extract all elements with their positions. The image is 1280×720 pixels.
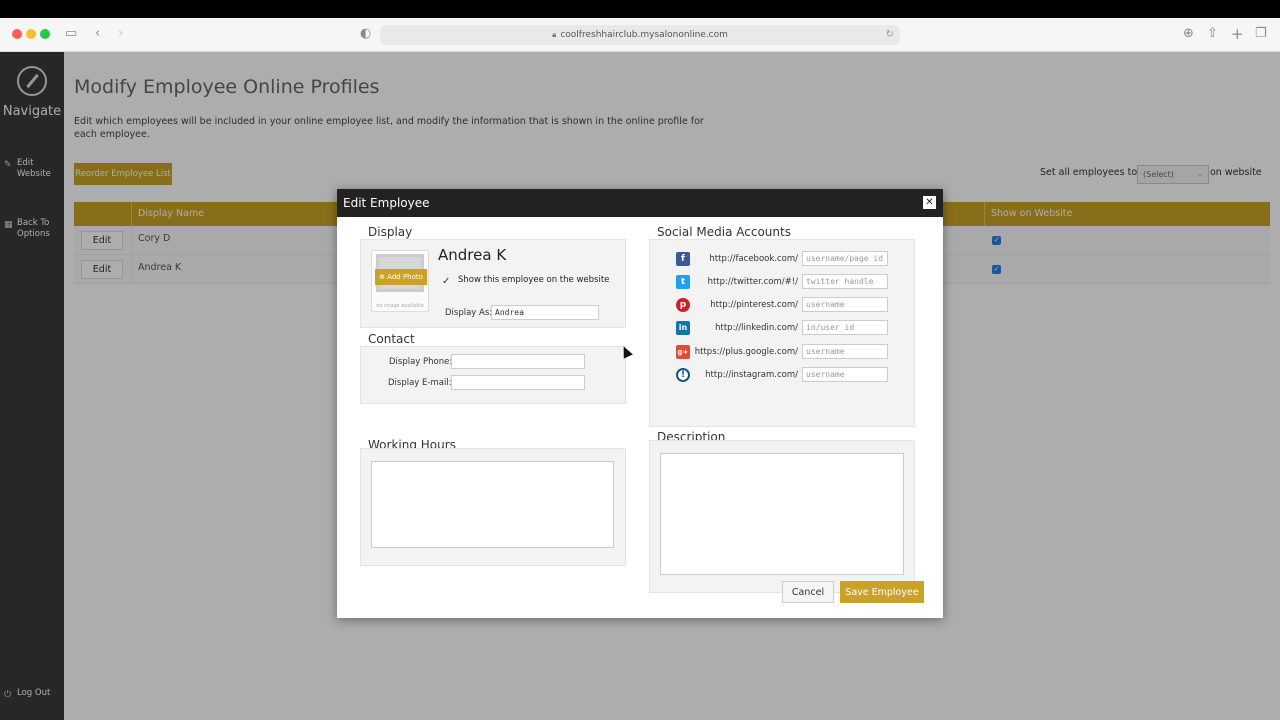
dialog-title: Edit Employee bbox=[343, 196, 430, 210]
social-row-twitter: t http://twitter.com/#!/ twitter handle bbox=[650, 274, 914, 292]
tab-overview-icon[interactable]: ❐ bbox=[1255, 26, 1267, 42]
lock-icon: 🔒︎ bbox=[552, 30, 557, 39]
display-section-title: Display bbox=[368, 225, 413, 239]
reload-icon[interactable]: ↻ bbox=[886, 25, 894, 45]
show-employee-checkbox[interactable]: ✓ bbox=[442, 276, 450, 287]
plus-icon: ⊕ bbox=[379, 273, 385, 281]
twitter-input[interactable]: twitter handle bbox=[802, 274, 888, 289]
zoom-window-icon[interactable] bbox=[40, 29, 50, 39]
social-row-instagram: ! http://instagram.com/ username bbox=[650, 367, 914, 385]
display-email-input[interactable] bbox=[451, 375, 585, 390]
contact-panel: Display Phone: Display E-mail: bbox=[360, 346, 626, 404]
contact-section-title: Contact bbox=[368, 332, 415, 346]
social-row-pinterest: p http://pinterest.com/ username bbox=[650, 297, 914, 315]
facebook-icon: f bbox=[676, 252, 690, 266]
display-as-input[interactable]: Andrea bbox=[491, 305, 599, 320]
social-media-section-title: Social Media Accounts bbox=[657, 225, 791, 239]
google-plus-input[interactable]: username bbox=[802, 344, 888, 359]
privacy-shield-icon[interactable]: ◐ bbox=[360, 26, 371, 42]
instagram-url-prefix: http://instagram.com/ bbox=[705, 370, 798, 380]
pinterest-icon: p bbox=[676, 298, 690, 312]
minimize-window-icon[interactable] bbox=[26, 29, 36, 39]
facebook-url-prefix: http://facebook.com/ bbox=[709, 254, 798, 264]
social-row-google-plus: g+ https://plus.google.com/ username bbox=[650, 344, 914, 362]
download-icon[interactable]: ⊕ bbox=[1183, 26, 1194, 42]
browser-toolbar: ▭ ‹ › ◐ 🔒︎ coolfreshhairclub.mysalononlin… bbox=[0, 18, 1280, 52]
address-bar[interactable]: 🔒︎ coolfreshhairclub.mysalononline.com ↻ bbox=[380, 25, 900, 45]
display-phone-input[interactable] bbox=[451, 354, 585, 369]
instagram-input[interactable]: username bbox=[802, 367, 888, 382]
save-employee-button[interactable]: Save Employee bbox=[840, 581, 924, 603]
close-icon[interactable]: ✕ bbox=[923, 196, 936, 209]
facebook-input[interactable]: username/page id bbox=[802, 251, 888, 266]
show-employee-label: Show this employee on the website bbox=[458, 275, 610, 285]
google-plus-icon: g+ bbox=[676, 345, 690, 359]
linkedin-url-prefix: http://linkedin.com/ bbox=[715, 323, 798, 333]
forward-icon[interactable]: › bbox=[118, 26, 123, 42]
no-image-text: no image available bbox=[376, 303, 424, 309]
display-email-label: Display E-mail: bbox=[388, 378, 452, 388]
page: Navigate ✎ Edit Website ▦ Back To Option… bbox=[0, 52, 1280, 720]
working-hours-textarea[interactable] bbox=[371, 461, 614, 548]
browser-window: ▭ ‹ › ◐ 🔒︎ coolfreshhairclub.mysalononlin… bbox=[0, 18, 1280, 720]
linkedin-input[interactable]: in/user id bbox=[802, 320, 888, 335]
pinterest-url-prefix: http://pinterest.com/ bbox=[710, 300, 798, 310]
display-panel: ⊕ Add Photo no image available Andrea K … bbox=[360, 239, 626, 328]
description-textarea[interactable] bbox=[660, 453, 904, 575]
new-tab-icon[interactable]: + bbox=[1231, 26, 1244, 42]
description-panel bbox=[649, 440, 915, 593]
social-row-facebook: f http://facebook.com/ username/page id bbox=[650, 251, 914, 269]
employee-name-heading: Andrea K bbox=[438, 246, 507, 264]
edit-employee-dialog: Edit Employee ✕ Display ⊕ Add Photo no i… bbox=[337, 189, 943, 618]
share-icon[interactable]: ⇧ bbox=[1207, 26, 1218, 42]
add-photo-button[interactable]: ⊕ Add Photo bbox=[375, 269, 427, 285]
display-as-label: Display As: bbox=[445, 308, 493, 318]
sidebar-toggle-icon[interactable]: ▭ bbox=[65, 26, 77, 42]
dialog-header: Edit Employee ✕ bbox=[337, 189, 943, 217]
twitter-url-prefix: http://twitter.com/#!/ bbox=[707, 277, 798, 287]
working-hours-panel bbox=[360, 448, 626, 566]
twitter-icon: t bbox=[676, 275, 690, 289]
social-row-linkedin: in http://linkedin.com/ in/user id bbox=[650, 320, 914, 338]
display-phone-label: Display Phone: bbox=[389, 357, 453, 367]
instagram-icon: ! bbox=[676, 368, 690, 382]
pinterest-input[interactable]: username bbox=[802, 297, 888, 312]
url-text: coolfreshhairclub.mysalononline.com bbox=[560, 30, 728, 40]
social-media-panel: f http://facebook.com/ username/page id … bbox=[649, 239, 915, 427]
employee-photo: ⊕ Add Photo no image available bbox=[371, 250, 429, 312]
linkedin-icon: in bbox=[676, 321, 690, 335]
cancel-button[interactable]: Cancel bbox=[782, 581, 834, 603]
back-icon[interactable]: ‹ bbox=[95, 26, 100, 42]
google-plus-url-prefix: https://plus.google.com/ bbox=[694, 347, 798, 357]
close-window-icon[interactable] bbox=[12, 29, 22, 39]
